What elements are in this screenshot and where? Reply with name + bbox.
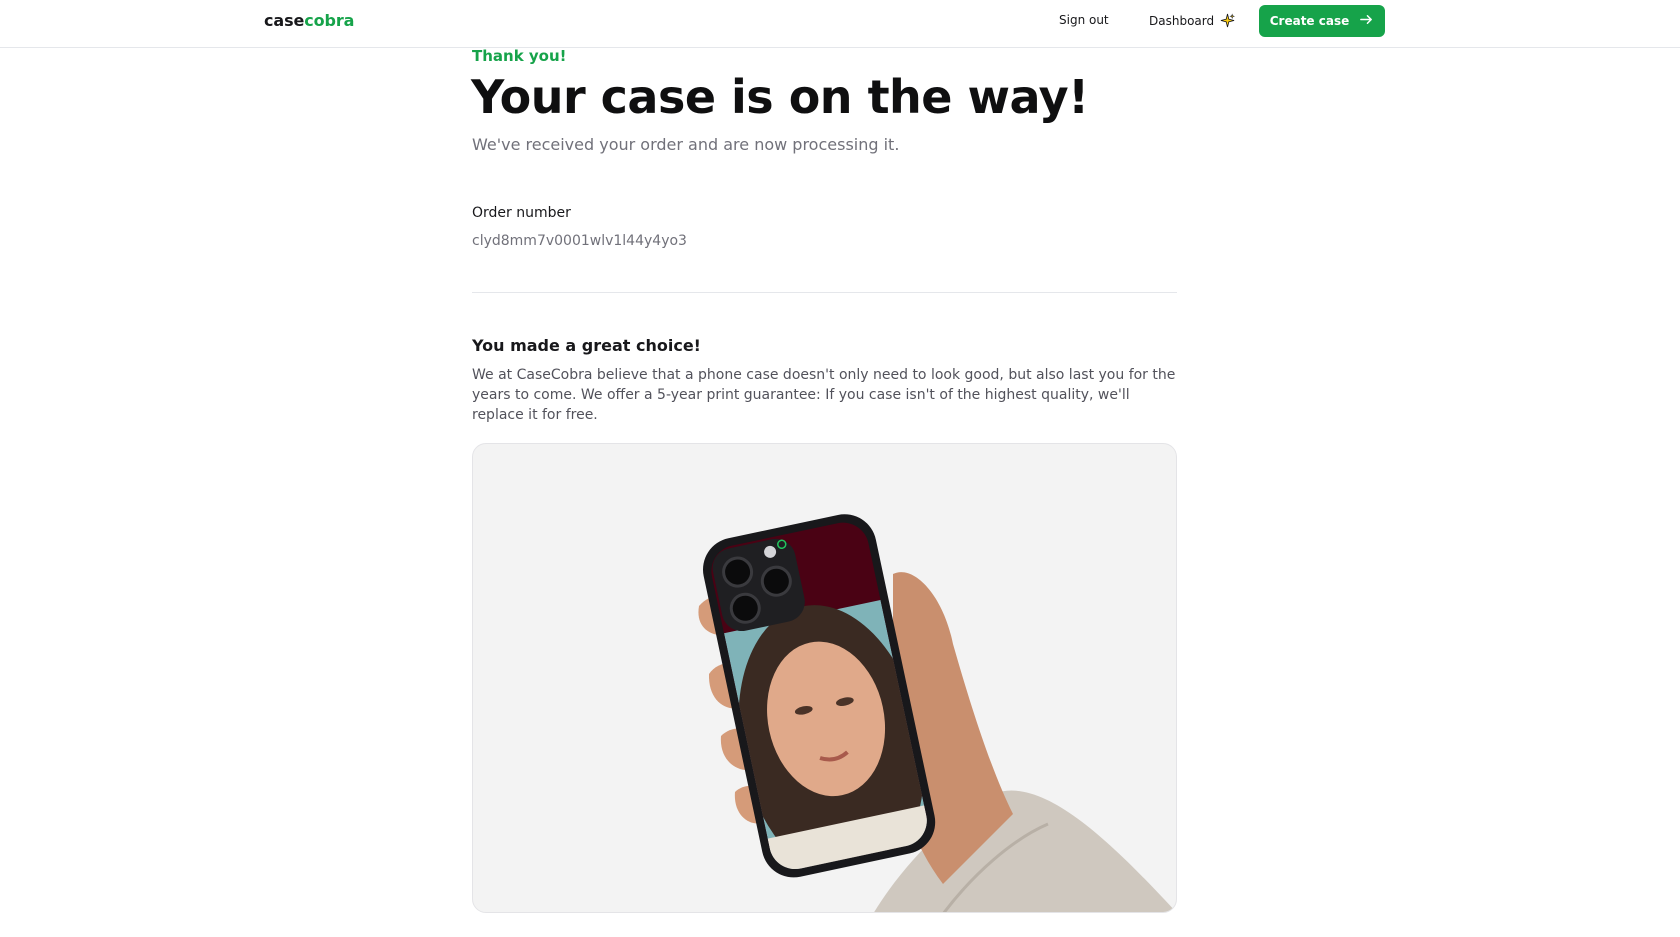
order-number-value: clyd8mm7v0001wlv1l44y4yo3 (472, 233, 687, 249)
thank-you-eyebrow: Thank you! (472, 47, 567, 65)
great-choice-text: We at CaseCobra believe that a phone cas… (472, 367, 1176, 423)
sign-out-label: Sign out (1059, 13, 1109, 27)
create-case-button[interactable]: Create case (1259, 5, 1385, 37)
camera-module (712, 538, 805, 632)
order-number-label: Order number (472, 205, 571, 221)
navbar: casecobra Sign out Dashboard Create case (0, 0, 1680, 48)
dashboard-link[interactable]: Dashboard (1149, 13, 1236, 28)
case-preview-card (472, 443, 1177, 913)
phone-case-preview (698, 514, 1176, 912)
divider (472, 292, 1177, 293)
logo-accent: cobra (304, 11, 355, 30)
sparkles-icon (1220, 13, 1236, 28)
dashboard-label: Dashboard (1149, 13, 1215, 28)
great-choice-title: You made a great choice! (472, 336, 701, 355)
confirmation-subtext: We've received your order and are now pr… (472, 135, 900, 154)
page-title: Your case is on the way! (471, 70, 1089, 124)
create-case-label: Create case (1269, 14, 1350, 28)
logo[interactable]: casecobra (264, 11, 354, 30)
sign-out-link[interactable]: Sign out (1059, 13, 1109, 27)
arrow-right-icon (1359, 12, 1374, 30)
logo-prefix: case (264, 11, 305, 30)
